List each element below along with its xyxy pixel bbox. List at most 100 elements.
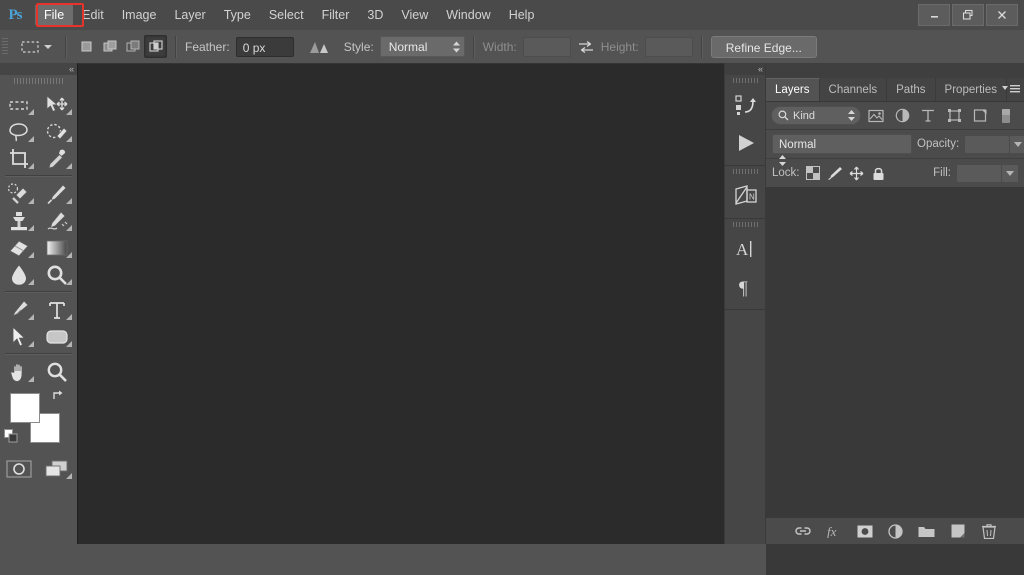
adjustments-panel-button[interactable]: N: [725, 177, 766, 215]
history-panel-button[interactable]: [725, 86, 766, 124]
lock-all-icon[interactable]: [871, 165, 887, 181]
crop-tool[interactable]: [0, 145, 38, 172]
link-layers-button[interactable]: [794, 522, 812, 540]
rectangle-shape-tool[interactable]: [38, 323, 76, 350]
menu-item-help[interactable]: Help: [500, 5, 544, 25]
width-input[interactable]: [522, 36, 571, 57]
collapse-chevron-icon[interactable]: «: [69, 64, 74, 74]
swap-colors-icon[interactable]: [51, 389, 65, 403]
menu-item-filter[interactable]: Filter: [313, 5, 359, 25]
filter-smart-object-icon[interactable]: [969, 106, 991, 126]
foreground-color-swatch[interactable]: [10, 393, 40, 423]
brush-tool[interactable]: [38, 180, 76, 207]
history-brush-tool[interactable]: [38, 207, 76, 234]
filter-kind-spinner-icon: [848, 110, 855, 121]
layers-panel-header[interactable]: [766, 63, 1024, 78]
subtract-from-selection-button[interactable]: [121, 35, 144, 58]
tool-grid: [0, 87, 77, 482]
new-layer-button[interactable]: [949, 522, 967, 540]
filter-type-layers-icon[interactable]: [917, 106, 939, 126]
minimize-button[interactable]: [918, 4, 950, 26]
pen-tool[interactable]: [0, 296, 38, 323]
add-to-selection-button[interactable]: [98, 35, 121, 58]
menu-item-window[interactable]: Window: [437, 5, 499, 25]
screen-mode-tool[interactable]: [38, 455, 76, 482]
new-adjustment-layer-button[interactable]: [887, 522, 905, 540]
tools-panel-grip[interactable]: [0, 75, 77, 87]
dodge-tool[interactable]: [38, 261, 76, 288]
filter-pixel-layers-icon[interactable]: [865, 106, 887, 126]
quick-mask-tool[interactable]: [0, 455, 38, 482]
paragraph-panel-button[interactable]: ¶: [725, 268, 766, 306]
lasso-tool[interactable]: [0, 118, 38, 145]
new-selection-button[interactable]: [75, 35, 98, 58]
rectangular-marquee-tool[interactable]: [0, 91, 38, 118]
panel-grip[interactable]: [725, 219, 766, 230]
path-selection-tool[interactable]: [0, 323, 38, 350]
menu-item-view[interactable]: View: [392, 5, 437, 25]
lock-transparent-pixels-icon[interactable]: [805, 165, 821, 181]
collapse-chevron-icon[interactable]: «: [758, 64, 763, 74]
opacity-dropdown-icon[interactable]: [1010, 134, 1024, 154]
tab-channels[interactable]: Channels: [820, 78, 888, 101]
layer-style-button[interactable]: fx: [825, 522, 843, 540]
menu-item-layer[interactable]: Layer: [165, 5, 214, 25]
tool-preset-picker[interactable]: [15, 35, 57, 59]
fill-dropdown-icon[interactable]: [1002, 163, 1019, 183]
add-layer-mask-button[interactable]: [856, 522, 874, 540]
swap-width-height-icon[interactable]: [575, 37, 597, 57]
panel-menu-icon[interactable]: [1001, 83, 1021, 96]
delete-layer-button[interactable]: [980, 522, 998, 540]
opacity-input[interactable]: [964, 134, 1011, 154]
filter-kind-select[interactable]: Kind: [771, 106, 861, 125]
spot-healing-brush-tool[interactable]: [0, 180, 38, 207]
options-bar-grip[interactable]: [2, 33, 12, 60]
type-tool[interactable]: [38, 296, 76, 323]
hand-tool[interactable]: [0, 358, 38, 385]
blur-tool[interactable]: [0, 261, 38, 288]
fill-input[interactable]: [956, 163, 1002, 183]
zoom-tool[interactable]: [38, 358, 76, 385]
tool-row: [0, 207, 77, 234]
refine-edge-button[interactable]: Refine Edge...: [710, 35, 817, 58]
menu-item-3d[interactable]: 3D: [358, 5, 392, 25]
quick-selection-tool[interactable]: [38, 118, 76, 145]
move-tool[interactable]: [38, 91, 76, 118]
feather-label: Feather:: [185, 39, 230, 54]
feather-input[interactable]: 0 px: [235, 36, 294, 57]
menu-item-edit[interactable]: Edit: [73, 5, 113, 25]
restore-button[interactable]: [952, 4, 984, 26]
lock-image-pixels-icon[interactable]: [827, 165, 843, 181]
eyedropper-tool[interactable]: [38, 145, 76, 172]
blend-mode-select[interactable]: Normal: [772, 134, 912, 166]
character-panel-button[interactable]: A: [725, 230, 766, 268]
menu-item-file[interactable]: File: [35, 5, 74, 25]
canvas-workspace[interactable]: [77, 63, 724, 544]
close-button[interactable]: [986, 4, 1018, 26]
tools-panel: «: [0, 63, 78, 544]
intersect-with-selection-button[interactable]: [144, 35, 167, 58]
tab-layers[interactable]: Layers: [766, 78, 820, 101]
gradient-tool[interactable]: [38, 234, 76, 261]
panel-grip[interactable]: [725, 75, 766, 86]
filter-adjustment-layers-icon[interactable]: [891, 106, 913, 126]
actions-panel-button[interactable]: [725, 124, 766, 162]
tab-properties[interactable]: Properties: [936, 78, 1007, 101]
anti-alias-icon[interactable]: [308, 37, 330, 57]
tab-paths[interactable]: Paths: [887, 78, 936, 101]
panel-grip[interactable]: [725, 166, 766, 177]
eraser-tool[interactable]: [0, 234, 38, 261]
clone-stamp-tool[interactable]: [0, 207, 38, 234]
height-input[interactable]: [644, 36, 693, 57]
default-colors-icon[interactable]: [4, 429, 18, 443]
menu-item-image[interactable]: Image: [113, 5, 166, 25]
lock-position-icon[interactable]: [849, 165, 865, 181]
filter-shape-layers-icon[interactable]: [943, 106, 965, 126]
new-group-button[interactable]: [918, 522, 936, 540]
menu-item-type[interactable]: Type: [215, 5, 260, 25]
filter-toggle-switch[interactable]: [995, 106, 1017, 126]
opacity-label: Opacity:: [917, 138, 960, 150]
menu-item-select[interactable]: Select: [260, 5, 313, 25]
style-select[interactable]: Normal: [379, 36, 465, 57]
tool-row: [0, 358, 77, 385]
